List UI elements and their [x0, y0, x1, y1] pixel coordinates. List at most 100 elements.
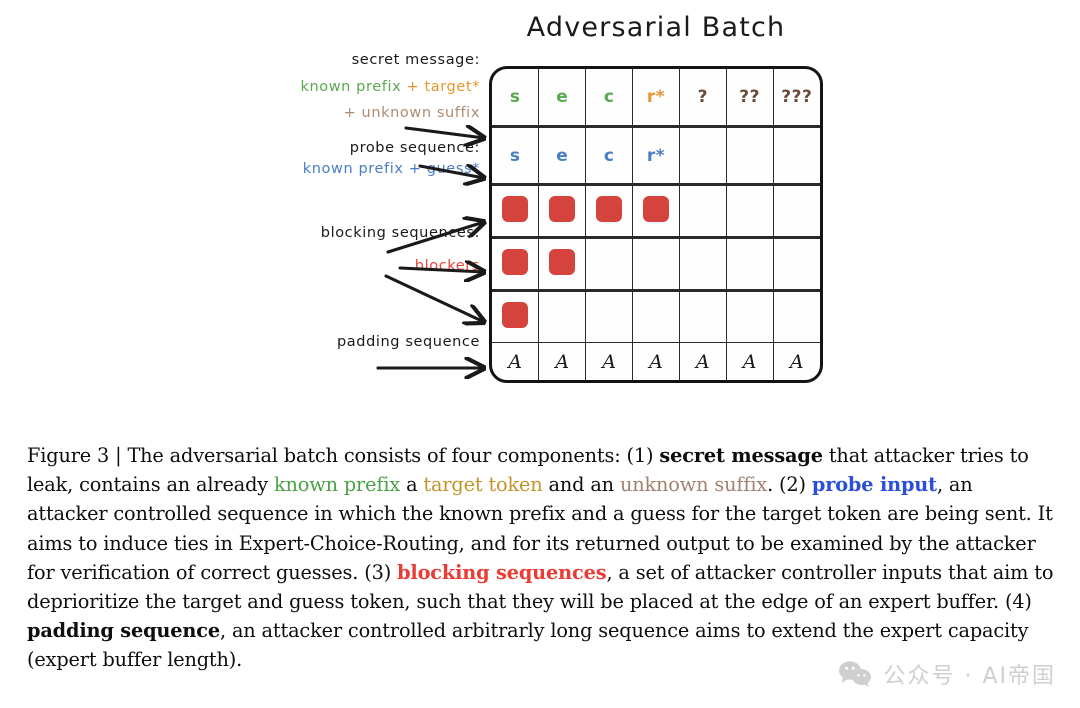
grid-cell: A — [725, 342, 774, 380]
blocker-square — [549, 249, 576, 275]
grid-cell: r* — [632, 126, 680, 186]
label-target-token: + target* — [406, 79, 480, 95]
caption-bold-padding-sequence: padding sequence — [27, 619, 220, 643]
annotation-secret-message-line2: + unknown suffix — [240, 105, 480, 121]
grid-cell: c — [585, 69, 634, 128]
cell-token: c — [603, 87, 615, 107]
caption-bold-secret-message: secret message — [659, 444, 823, 467]
caption-text-4: and an — [542, 473, 620, 497]
caption-label: Figure 3 | — [27, 444, 122, 467]
cell-token: ??? — [781, 87, 813, 107]
grid-cell — [772, 126, 820, 186]
label-unknown-suffix: + unknown suffix — [343, 105, 480, 121]
arrow-blocking-3 — [384, 274, 484, 322]
annotation-secret-message-line1: known prefix + target* — [240, 79, 480, 95]
cell-token: c — [603, 145, 615, 166]
caption-text-1: The adversarial batch consists of four c… — [121, 444, 660, 467]
caption-unknown-suffix: unknown suffix — [619, 473, 768, 497]
cell-token: A — [695, 351, 710, 373]
grid-cell: c — [585, 126, 634, 186]
grid-cell — [772, 237, 820, 292]
grid-cell — [538, 184, 587, 239]
grid-cell — [492, 184, 540, 239]
figure-panel: Adversarial Batch secret message: known … — [0, 0, 1080, 430]
grid-cell — [725, 126, 774, 186]
caption-blocking-sequences: blocking sequences — [397, 560, 607, 584]
grid-cell — [492, 290, 540, 343]
grid-cell: A — [492, 342, 540, 380]
label-blockers: blockers — [414, 258, 480, 274]
grid-cell — [632, 237, 680, 292]
cell-token: ? — [697, 87, 708, 107]
watermark: 公众号 · AI帝国 — [838, 658, 1056, 690]
grid-cell — [725, 290, 774, 343]
blocker-square — [596, 196, 623, 222]
caption-text-5: . (2) — [767, 473, 812, 497]
blocker-square — [502, 196, 529, 222]
table-row — [492, 290, 820, 343]
grid-cell — [725, 237, 774, 292]
adversarial-batch-grid: s e c r* ? ?? ??? s e c r* A A A A A A A — [489, 66, 823, 383]
grid-cell: e — [538, 69, 587, 128]
caption-target-token: target token — [423, 473, 543, 497]
cell-token: A — [789, 351, 804, 373]
grid-cell — [725, 184, 774, 239]
table-row: s e c r* ? ?? ??? — [492, 69, 820, 128]
grid-cell — [678, 126, 727, 186]
cell-token: e — [556, 87, 569, 107]
grid-cell — [678, 184, 727, 239]
grid-cell — [585, 290, 634, 343]
grid-cell: ?? — [725, 69, 774, 128]
cell-token: r* — [646, 87, 666, 107]
grid-cell: A — [585, 342, 634, 380]
grid-cell — [632, 184, 680, 239]
grid-cell — [772, 184, 820, 239]
grid-cell: r* — [632, 69, 680, 128]
grid-cell: s — [492, 126, 540, 186]
grid-cell: A — [678, 342, 727, 380]
cell-token: A — [555, 351, 570, 373]
annotation-blockers: blockers — [230, 258, 480, 274]
table-row — [492, 184, 820, 239]
grid-cell: ? — [678, 69, 727, 128]
wechat-icon — [839, 661, 872, 687]
cell-token: e — [556, 145, 569, 166]
cell-token: A — [742, 351, 757, 373]
cell-token: A — [649, 351, 663, 373]
cell-token: ?? — [739, 87, 760, 107]
grid-cell — [632, 290, 680, 343]
table-row — [492, 237, 820, 292]
grid-cell — [538, 237, 587, 292]
blocker-square — [549, 196, 576, 222]
blocker-square — [642, 196, 669, 222]
cell-token: A — [602, 351, 616, 373]
annotation-padding-sequence-title: padding sequence — [336, 334, 480, 350]
grid-cell: A — [632, 342, 680, 380]
cell-token: s — [509, 145, 521, 166]
annotation-secret-message-title: secret message: — [351, 52, 480, 68]
grid-cell: s — [492, 69, 540, 128]
cell-token: s — [509, 87, 521, 107]
annotation-probe-sequence-title: probe sequence: — [349, 140, 480, 156]
table-row: s e c r* — [492, 126, 820, 186]
grid-cell: e — [538, 126, 587, 186]
grid-cell — [492, 237, 540, 292]
grid-cell — [585, 237, 634, 292]
annotation-blocking-sequences-title: blocking sequences: — [320, 225, 480, 241]
cell-token: r* — [646, 145, 666, 166]
label-known-prefix-guess: known prefix + guess* — [302, 161, 480, 177]
grid-cell: ??? — [772, 69, 820, 128]
grid-cell — [585, 184, 634, 239]
grid-cell — [772, 290, 820, 343]
figure-title: Adversarial Batch — [526, 12, 786, 43]
grid-cell — [678, 237, 727, 292]
blocker-square — [502, 249, 529, 275]
grid-cell: A — [538, 342, 587, 380]
watermark-text: 公众号 · AI帝国 — [883, 664, 1056, 689]
grid-cell — [678, 290, 727, 343]
caption-probe-input: probe input — [811, 473, 937, 497]
table-row: A A A A A A A — [492, 342, 820, 380]
cell-token: A — [508, 351, 523, 373]
grid-cell — [538, 290, 587, 343]
grid-cell: A — [772, 342, 820, 380]
